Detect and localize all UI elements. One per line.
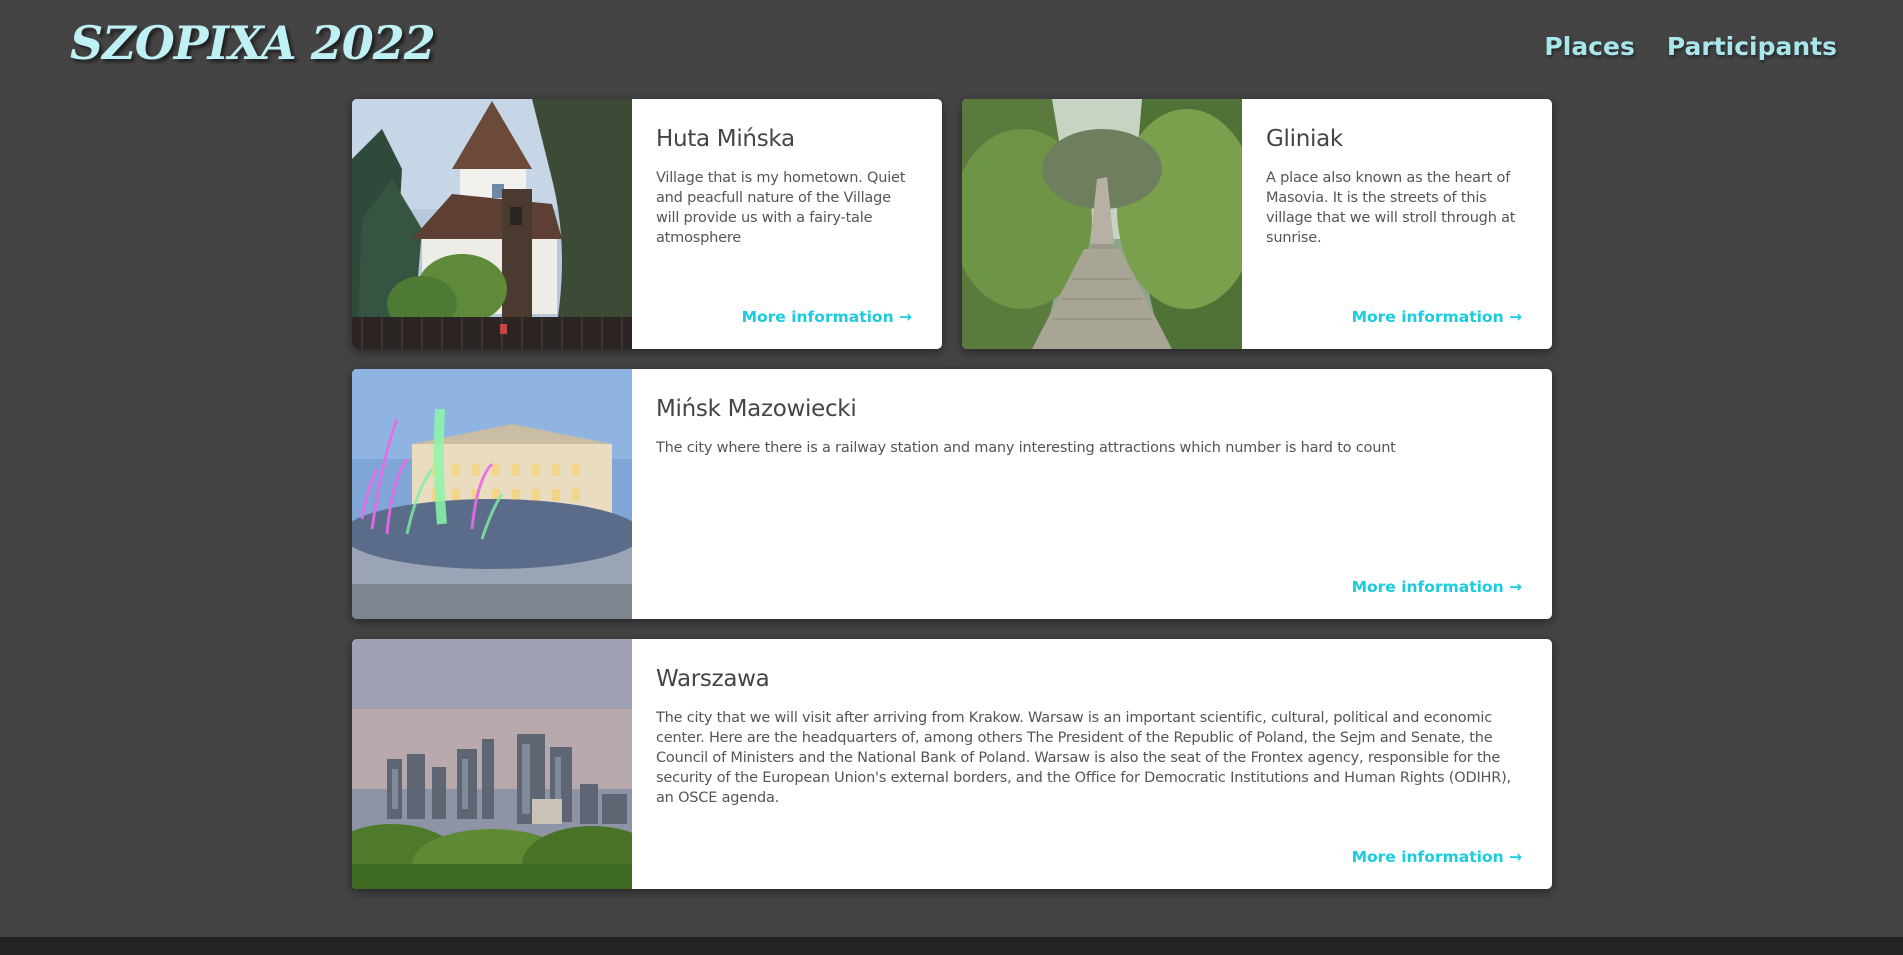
place-description: Village that is my hometown. Quiet and p…	[656, 170, 906, 246]
place-image-monument	[962, 99, 1242, 349]
more-information-link[interactable]: More information →	[1352, 578, 1522, 596]
place-card-minsk-mazowiecki: Mińsk Mazowiecki The city where there is…	[352, 369, 1552, 619]
place-title: Huta Mińska	[656, 126, 795, 152]
place-title: Gliniak	[1266, 126, 1343, 152]
place-description: The city that we will visit after arrivi…	[656, 710, 1511, 806]
place-card-body: Mińsk Mazowiecki The city where there is…	[632, 369, 1552, 619]
site-logo[interactable]: SZOPIXA 2022	[70, 16, 436, 70]
place-card-warszawa: Warszawa The city that we will visit aft…	[352, 639, 1552, 889]
place-card-body: Gliniak A place also known as the heart …	[1242, 99, 1552, 349]
more-information-link[interactable]: More information →	[1352, 308, 1522, 326]
place-description: The city where there is a railway statio…	[656, 440, 1396, 456]
site-footer	[0, 937, 1903, 955]
more-information-link[interactable]: More information →	[742, 308, 912, 326]
site-header: SZOPIXA 2022 Places Participants	[0, 0, 1903, 99]
place-card-body: Huta Mińska Village that is my hometown.…	[632, 99, 942, 349]
place-description: A place also known as the heart of Masov…	[1266, 170, 1516, 246]
place-image-fountain	[352, 369, 632, 619]
place-card-huta-minska: Huta Mińska Village that is my hometown.…	[352, 99, 942, 349]
main-nav: Places Participants	[1544, 32, 1837, 61]
more-information-link[interactable]: More information →	[1352, 848, 1522, 866]
nav-link-participants[interactable]: Participants	[1667, 32, 1837, 61]
place-image-skyline	[352, 639, 632, 889]
nav-link-places[interactable]: Places	[1544, 32, 1634, 61]
place-card-gliniak: Gliniak A place also known as the heart …	[962, 99, 1552, 349]
place-title: Mińsk Mazowiecki	[656, 396, 857, 422]
place-title: Warszawa	[656, 666, 770, 692]
place-image-church	[352, 99, 632, 349]
place-card-body: Warszawa The city that we will visit aft…	[632, 639, 1552, 889]
